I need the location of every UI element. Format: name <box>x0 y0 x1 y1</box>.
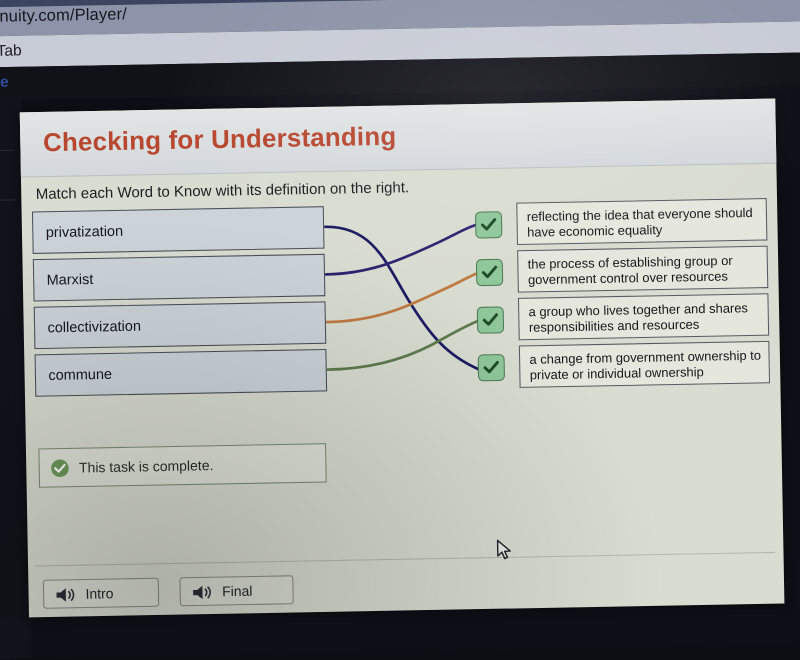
definition-text: the process of establishing group or gov… <box>527 253 733 287</box>
matching-area: privatization Marxist collectivization c… <box>22 196 781 406</box>
button-label: Final <box>221 583 253 600</box>
definition-box-4[interactable]: a change from government ownership to pr… <box>518 340 771 388</box>
check-icon <box>483 360 499 374</box>
speaker-icon <box>54 585 77 609</box>
word-label: Marxist <box>46 270 94 288</box>
word-label: privatization <box>45 222 124 241</box>
status-text: This task is complete. <box>78 457 214 476</box>
photographed-screen: genuity.com/Player/ w Tab line Checking … <box>0 0 800 660</box>
final-audio-button[interactable]: Final <box>179 575 294 607</box>
check-badge-2 <box>475 258 504 287</box>
button-label: Intro <box>85 585 114 602</box>
word-box-commune[interactable]: commune <box>34 348 328 397</box>
check-icon <box>481 265 498 279</box>
word-box-privatization[interactable]: privatization <box>31 206 325 254</box>
word-label: commune <box>48 365 113 384</box>
definition-box-3[interactable]: a group who lives together and shares re… <box>517 293 770 341</box>
check-badge-4 <box>477 353 505 382</box>
word-box-marxist[interactable]: Marxist <box>32 253 326 302</box>
word-box-collectivization[interactable]: collectivization <box>33 301 327 350</box>
lesson-panel: Checking for Understanding Match each Wo… <box>19 98 785 618</box>
page-link[interactable]: line <box>0 73 9 91</box>
word-label: collectivization <box>47 317 142 336</box>
check-badge-3 <box>476 306 505 334</box>
definition-text: reflecting the idea that everyone should… <box>526 205 753 240</box>
footer-divider <box>34 551 776 567</box>
check-circle-icon <box>50 458 70 483</box>
definition-box-2[interactable]: the process of establishing group or gov… <box>517 245 769 293</box>
definition-text: a group who lives together and shares re… <box>528 300 749 335</box>
definition-box-1[interactable]: reflecting the idea that everyone should… <box>516 198 768 246</box>
speaker-icon <box>191 583 214 607</box>
mouse-pointer-icon <box>496 539 514 567</box>
rail-divider-2 <box>0 199 16 202</box>
check-icon <box>481 218 497 231</box>
rail-divider <box>0 149 15 153</box>
definition-text: a change from government ownership to pr… <box>529 348 762 383</box>
task-status-banner: This task is complete. <box>38 443 327 488</box>
instruction-text: Match each Word to Know with its definit… <box>35 179 410 204</box>
check-icon <box>482 313 498 326</box>
intro-audio-button[interactable]: Intro <box>42 577 160 609</box>
check-badge-1 <box>474 211 503 239</box>
